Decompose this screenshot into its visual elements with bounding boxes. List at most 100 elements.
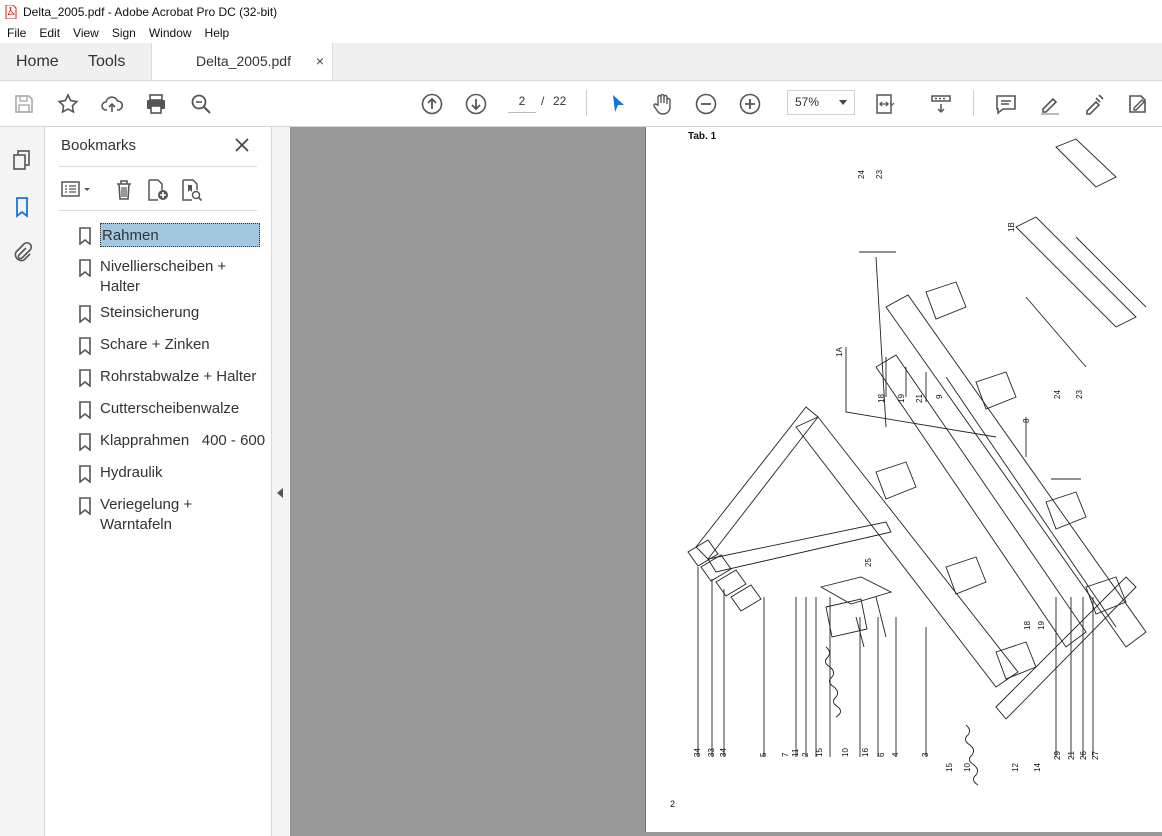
draw-sign-icon[interactable]: [1082, 92, 1106, 116]
page-footer-number: 2: [670, 799, 676, 809]
callout-label: 16: [861, 748, 870, 757]
frame-assembly-lines: [687, 138, 1147, 786]
toolbar-divider: [586, 90, 587, 116]
bookmark-label: Rahmen: [100, 223, 260, 247]
bookmarks-panel-icon[interactable]: [10, 195, 34, 219]
page-number-input[interactable]: 2: [508, 90, 536, 113]
callout-label: 34: [719, 748, 728, 757]
callout-label: 5: [759, 752, 768, 757]
zoom-value: 57%: [795, 95, 820, 109]
bookmark-icon: [78, 401, 92, 420]
close-icon[interactable]: [234, 137, 250, 153]
callout-label: 19: [1037, 621, 1046, 630]
pdf-page: Tab. 1 24 23 1B 1A 18 19 21 9 8 24 23 25…: [645, 127, 1162, 832]
bookmark-options-menu-icon[interactable]: [59, 177, 95, 203]
delete-bookmark-icon[interactable]: [111, 177, 137, 203]
print-icon[interactable]: [144, 92, 168, 116]
callout-label: 12: [1011, 763, 1020, 772]
hand-tool-icon[interactable]: [650, 92, 674, 116]
close-tab-icon[interactable]: ×: [316, 43, 324, 80]
page-fit-icon[interactable]: [873, 92, 897, 116]
bookmark-icon: [78, 337, 92, 356]
tab-document-label: Delta_2005.pdf: [196, 53, 291, 69]
callout-label: 15: [945, 763, 954, 772]
panel-divider: [59, 166, 257, 167]
callout-label: 33: [707, 748, 716, 757]
tab-home[interactable]: Home: [16, 43, 59, 80]
zoom-select[interactable]: 57%: [787, 90, 855, 115]
bookmark-label: Nivellierscheiben + Halter: [100, 258, 227, 295]
next-page-icon[interactable]: [464, 92, 488, 116]
menu-window[interactable]: Window: [142, 26, 198, 40]
upload-cloud-icon[interactable]: [100, 92, 124, 116]
new-bookmark-icon[interactable]: [145, 177, 171, 203]
bookmarks-panel-title: Bookmarks: [61, 137, 137, 154]
tab-document[interactable]: Delta_2005.pdf ×: [151, 43, 333, 80]
find-bookmark-icon[interactable]: [179, 177, 205, 203]
menu-file[interactable]: File: [0, 26, 32, 40]
toolbar: [0, 81, 1162, 127]
bookmark-label: Schare + Zinken: [100, 336, 210, 353]
callout-label: 25: [864, 558, 873, 567]
callout-label: 23: [875, 170, 884, 179]
attachments-paperclip-icon[interactable]: [10, 241, 34, 265]
page-total: 22: [553, 94, 567, 108]
callout-label: 14: [1033, 763, 1042, 772]
menu-help[interactable]: Help: [198, 26, 236, 40]
bookmark-icon: [78, 369, 92, 388]
callout-label: 19: [897, 394, 906, 403]
zoom-out-icon[interactable]: [694, 92, 718, 116]
callout-label: 24: [1053, 390, 1062, 399]
callout-label: 24: [857, 170, 866, 179]
toolbar-divider: [973, 90, 974, 116]
bookmark-label: Veriegelung + Warntafeln: [100, 496, 193, 533]
acrobat-pdf-icon: [5, 4, 17, 19]
panel-collapse-handle[interactable]: [272, 127, 290, 836]
callout-label: 27: [1091, 751, 1100, 760]
bookmark-icon: [78, 497, 92, 516]
menu-view[interactable]: View: [66, 26, 105, 40]
save-icon[interactable]: [12, 92, 36, 116]
highlight-pen-icon[interactable]: [1038, 92, 1062, 116]
fill-sign-icon[interactable]: [1126, 92, 1150, 116]
callout-label: 9: [935, 394, 944, 399]
callout-label: 18: [877, 394, 886, 403]
tab-tools[interactable]: Tools: [88, 43, 125, 80]
callout-label: 10: [963, 763, 972, 772]
callout-label: 8: [1022, 418, 1031, 423]
callout-label: 1B: [1007, 222, 1016, 232]
menu-sign[interactable]: Sign: [105, 26, 142, 40]
callout-label: 4: [891, 752, 900, 757]
page-thumbnails-icon[interactable]: [10, 148, 34, 172]
menu-edit[interactable]: Edit: [32, 26, 66, 40]
callout-label: 3: [921, 752, 930, 757]
bookmark-label: Cutterscheibenwalze: [100, 400, 240, 417]
bookmark-star-icon[interactable]: [56, 92, 80, 116]
collapse-arrow-icon: [277, 488, 283, 498]
menu-bar: File Edit View Sign Window Help: [0, 23, 1162, 43]
previous-page-icon[interactable]: [420, 92, 444, 116]
zoom-in-icon[interactable]: [738, 92, 762, 116]
bookmark-icon: [78, 305, 92, 324]
callout-label: 6: [877, 752, 886, 757]
bookmark-icon: [78, 259, 92, 278]
select-cursor-icon[interactable]: [606, 92, 630, 116]
navigation-rail: [0, 127, 45, 836]
callout-label: 7: [781, 752, 790, 757]
callout-label: 10: [841, 748, 850, 757]
bookmark-icon: [78, 227, 92, 246]
bookmark-label: Rohrstabwalze + Halter: [100, 368, 257, 385]
scroll-mode-icon[interactable]: [929, 92, 953, 116]
exploded-parts-drawing: 24 23 1B 1A 18 19 21 9 8 24 23 25 18 19 …: [687, 138, 1147, 786]
window-title: Delta_2005.pdf - Adobe Acrobat Pro DC (3…: [23, 4, 278, 19]
comment-icon[interactable]: [994, 92, 1018, 116]
callout-label: 29: [1053, 751, 1062, 760]
callout-label: 23: [1075, 390, 1084, 399]
document-viewport[interactable]: Tab. 1 24 23 1B 1A 18 19 21 9 8 24 23 25…: [290, 127, 1162, 836]
callout-label: 11: [791, 748, 800, 757]
panel-divider: [59, 210, 257, 211]
chevron-down-icon: [839, 100, 847, 105]
callout-label: 21: [1067, 751, 1076, 760]
callout-label: 26: [1079, 751, 1088, 760]
zoom-search-icon[interactable]: [189, 92, 213, 116]
